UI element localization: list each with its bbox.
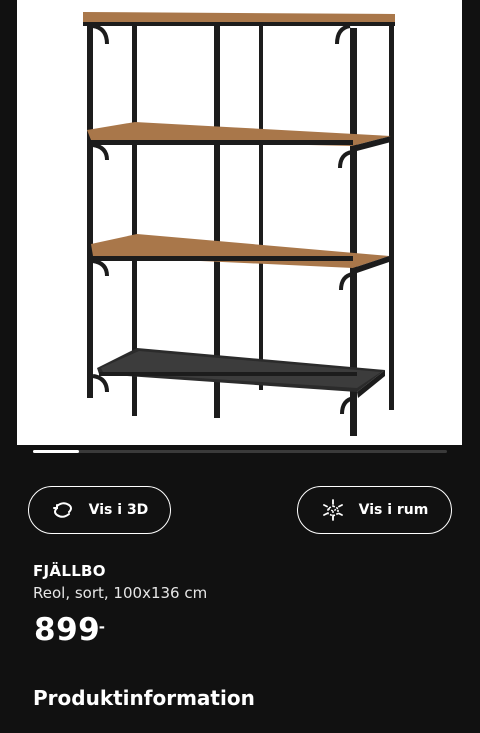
view-in-room-label: Vis i rum	[358, 502, 429, 518]
shelf-illustration	[83, 12, 395, 436]
carousel-progress-fill	[33, 450, 79, 453]
view-3d-label: Vis i 3D	[88, 502, 149, 518]
product-description: Reol, sort, 100x136 cm	[33, 584, 208, 602]
rotate-3d-icon	[51, 498, 75, 522]
ar-cube-icon	[321, 498, 345, 522]
view-in-room-button[interactable]: Vis i rum	[297, 486, 452, 534]
product-price: 899	[34, 612, 101, 648]
view-3d-button[interactable]: Vis i 3D	[28, 486, 171, 534]
product-name: FJÄLLBO	[33, 562, 106, 580]
carousel-progress	[33, 450, 447, 453]
product-image[interactable]	[17, 0, 462, 445]
product-information-heading[interactable]: Produktinformation	[33, 686, 255, 710]
price-suffix: .-	[93, 618, 105, 636]
